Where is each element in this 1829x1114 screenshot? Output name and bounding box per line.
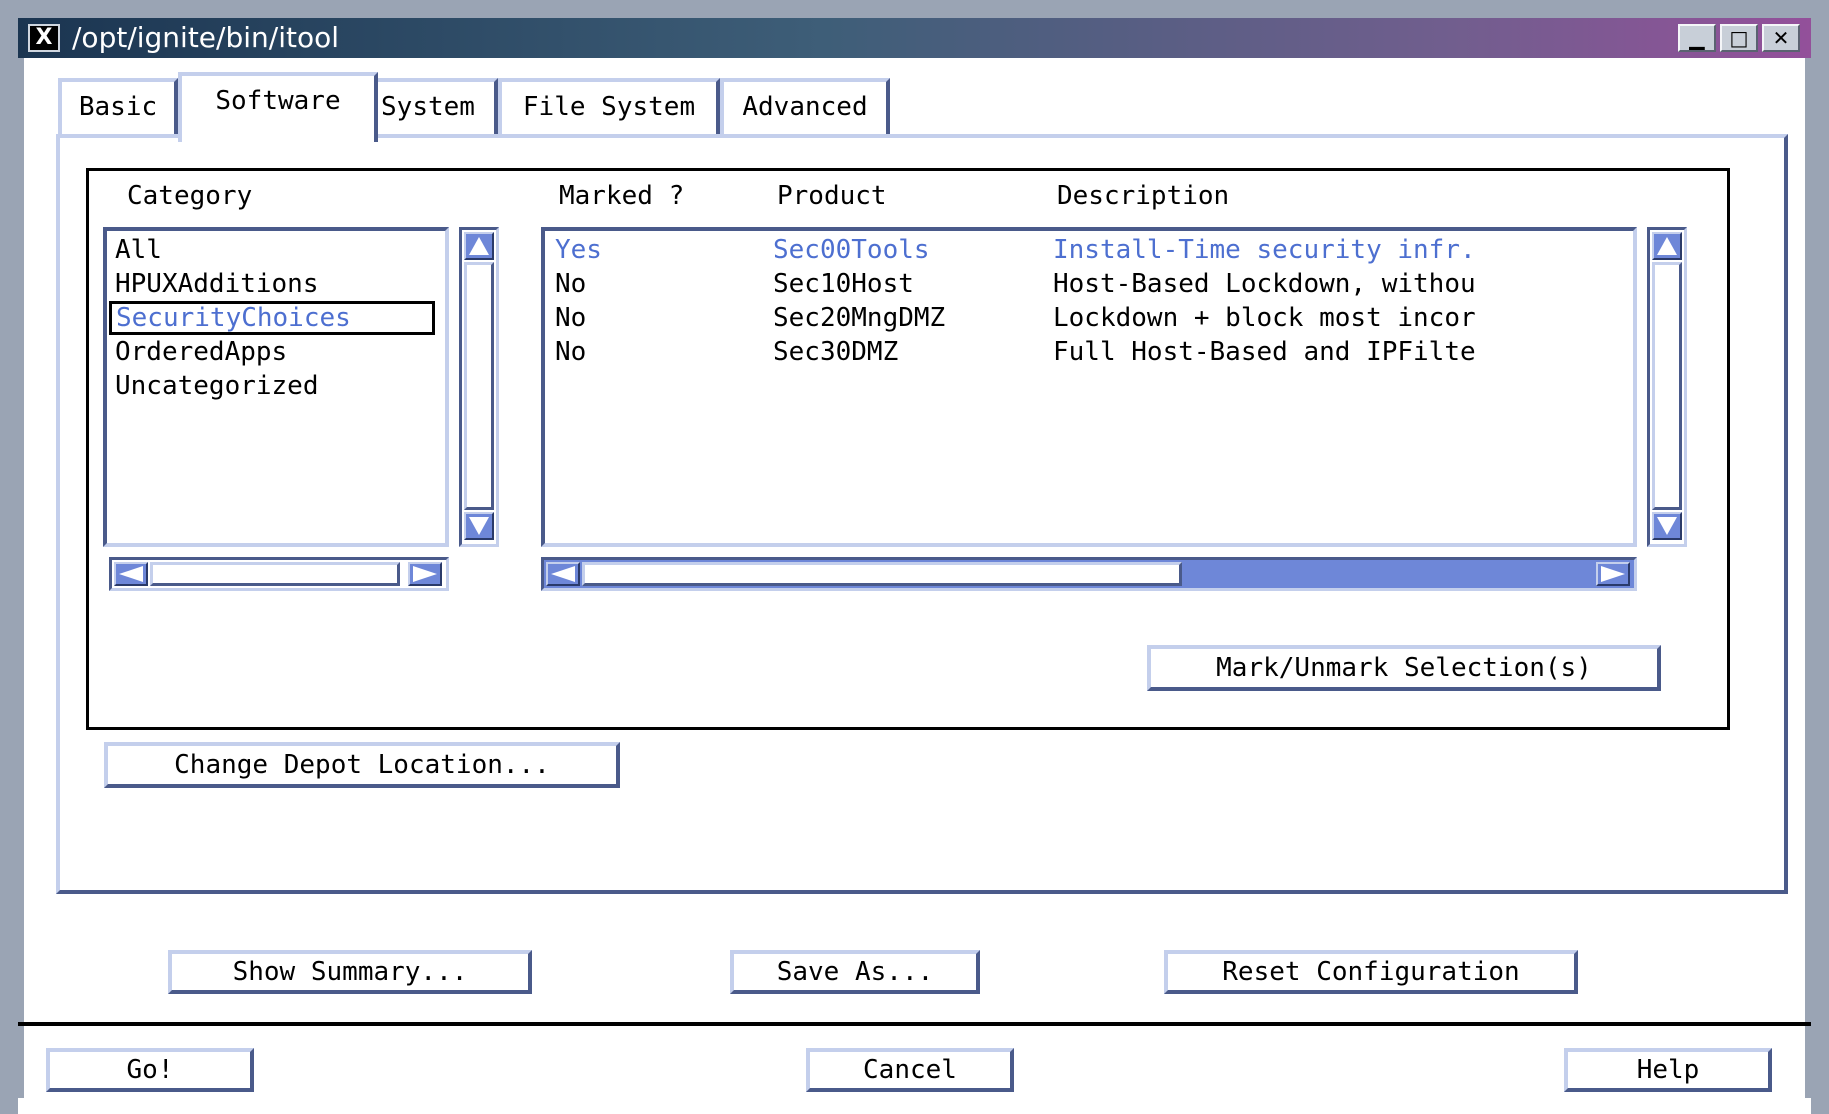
client-area: Basic Software System File System Advanc… [18, 58, 1811, 1114]
frame-left [18, 58, 24, 1098]
product-row-description[interactable]: Lockdown + block most incor [1053, 303, 1629, 333]
product-list[interactable]: Yes Sec00Tools Install-Time security inf… [541, 227, 1637, 547]
x-window-icon[interactable]: X [28, 24, 60, 52]
tab-advanced[interactable]: Advanced [720, 78, 890, 138]
product-row-marked[interactable]: Yes [555, 235, 602, 265]
itool-window: X /opt/ignite/bin/itool ▁ □ ✕ Basic Soft… [0, 0, 1829, 1114]
title-bar[interactable]: X /opt/ignite/bin/itool ▁ □ ✕ [18, 18, 1811, 58]
scroll-right-icon[interactable] [408, 562, 442, 586]
category-item-selected[interactable]: SecurityChoices [109, 301, 435, 335]
show-summary-button[interactable]: Show Summary... [168, 950, 532, 994]
save-as-button[interactable]: Save As... [730, 950, 980, 994]
mark-unmark-button[interactable]: Mark/Unmark Selection(s) [1147, 645, 1661, 691]
window-title: /opt/ignite/bin/itool [72, 21, 339, 54]
maximize-button[interactable]: □ [1720, 24, 1758, 52]
product-row-name[interactable]: Sec20MngDMZ [773, 303, 945, 333]
tab-system[interactable]: System [358, 78, 498, 138]
scroll-left-icon[interactable] [546, 562, 580, 586]
close-button[interactable]: ✕ [1762, 24, 1800, 52]
frame-right [1805, 58, 1811, 1098]
tab-software[interactable]: Software [178, 72, 378, 142]
scroll-left-icon[interactable] [114, 562, 148, 586]
help-button[interactable]: Help [1564, 1048, 1772, 1092]
product-row-name[interactable]: Sec10Host [773, 269, 914, 299]
product-vertical-scrollbar[interactable] [1647, 227, 1687, 547]
scroll-up-icon[interactable] [464, 232, 494, 260]
scroll-right-icon[interactable] [1596, 562, 1630, 586]
scroll-down-icon[interactable] [1652, 512, 1682, 540]
scroll-thumb[interactable] [464, 262, 494, 510]
tab-basic[interactable]: Basic [58, 78, 178, 138]
category-item[interactable]: All [115, 235, 162, 265]
software-tab-panel: Category Marked ? Product Description Al… [56, 134, 1788, 894]
reset-configuration-button[interactable]: Reset Configuration [1164, 950, 1578, 994]
category-vertical-scrollbar[interactable] [459, 227, 499, 547]
scroll-thumb[interactable] [1652, 262, 1682, 510]
category-list[interactable]: All HPUXAdditions SecurityChoices Ordere… [103, 227, 449, 547]
product-row-marked[interactable]: No [555, 337, 586, 367]
category-item[interactable]: HPUXAdditions [115, 269, 319, 299]
software-selection-box: Category Marked ? Product Description Al… [86, 168, 1730, 730]
scroll-thumb[interactable] [582, 562, 1182, 586]
scroll-up-icon[interactable] [1652, 232, 1682, 260]
product-horizontal-scrollbar[interactable] [541, 557, 1637, 591]
tab-file-system[interactable]: File System [498, 78, 720, 138]
description-header: Description [1057, 181, 1230, 211]
product-row-name[interactable]: Sec00Tools [773, 235, 930, 265]
change-depot-location-button[interactable]: Change Depot Location... [104, 742, 620, 788]
product-row-description[interactable]: Install-Time security infr. [1053, 235, 1629, 265]
minimize-button[interactable]: ▁ [1678, 24, 1716, 52]
go-button[interactable]: Go! [46, 1048, 254, 1092]
product-header: Product [777, 181, 887, 211]
category-item[interactable]: OrderedApps [115, 337, 287, 367]
product-row-marked[interactable]: No [555, 269, 586, 299]
category-horizontal-scrollbar[interactable] [109, 557, 449, 591]
marked-header: Marked ? [559, 181, 685, 211]
product-row-description[interactable]: Full Host-Based and IPFilte [1053, 337, 1629, 367]
scroll-thumb[interactable] [150, 562, 400, 586]
product-row-name[interactable]: Sec30DMZ [773, 337, 898, 367]
product-row-description[interactable]: Host-Based Lockdown, withou [1053, 269, 1629, 299]
category-item[interactable]: Uncategorized [115, 371, 319, 401]
cancel-button[interactable]: Cancel [806, 1048, 1014, 1092]
product-row-marked[interactable]: No [555, 303, 586, 333]
scroll-down-icon[interactable] [464, 512, 494, 540]
separator-line [18, 1022, 1811, 1026]
category-header: Category [127, 181, 253, 211]
